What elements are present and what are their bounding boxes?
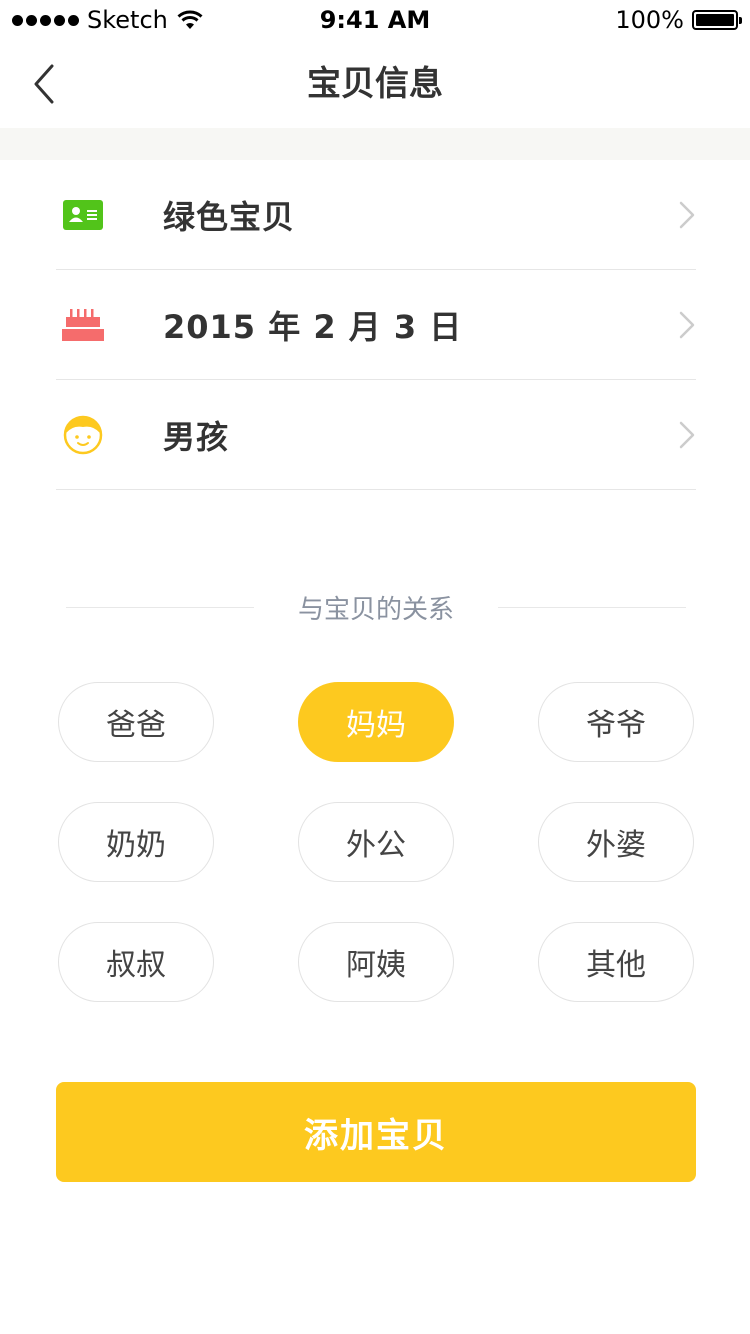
birthday-cake-icon (62, 304, 104, 346)
page-title: 宝贝信息 (307, 64, 443, 104)
status-bar: Sketch 9:41 AM 100% (0, 0, 750, 40)
battery-percent: 100% (615, 6, 684, 34)
relation-chip[interactable]: 爷爷 (538, 682, 694, 762)
chevron-right-icon (679, 421, 695, 449)
birthday-text: 2015 年 2 月 3 日 (163, 307, 463, 346)
add-baby-button[interactable]: 添加宝贝 (56, 1082, 696, 1182)
battery-fill (696, 14, 734, 26)
relation-chip-selected[interactable]: 妈妈 (298, 682, 454, 762)
baby-info-list: 绿色宝贝 2015 年 2 月 3 日 男孩 (56, 160, 696, 490)
relation-chip[interactable]: 外婆 (538, 802, 694, 882)
baby-name-row[interactable]: 绿色宝贝 (56, 160, 696, 270)
nav-bar: 宝贝信息 (0, 40, 750, 128)
relation-chip[interactable]: 外公 (298, 802, 454, 882)
relation-section-header: 与宝贝的关系 (66, 585, 687, 629)
baby-name-text: 绿色宝贝 (163, 197, 296, 236)
divider-line (66, 606, 254, 608)
status-right: 100% (615, 6, 742, 34)
relation-section-title: 与宝贝的关系 (298, 594, 455, 625)
chevron-right-icon (679, 201, 695, 229)
relation-chip[interactable]: 奶奶 (58, 802, 214, 882)
relation-chip[interactable]: 爸爸 (58, 682, 214, 762)
relation-chip[interactable]: 其他 (538, 922, 694, 1002)
relation-chip[interactable]: 阿姨 (298, 922, 454, 1002)
chevron-right-icon (679, 311, 695, 339)
chevron-left-icon (34, 64, 54, 104)
gender-row[interactable]: 男孩 (56, 380, 696, 490)
boy-face-icon (62, 414, 104, 456)
gender-text: 男孩 (163, 417, 230, 456)
battery-icon (692, 10, 742, 30)
divider-line (498, 606, 687, 608)
relation-options: 爸爸 妈妈 爷爷奶奶 外公 外婆叔叔 阿姨 其他 (58, 682, 694, 1002)
birthday-row[interactable]: 2015 年 2 月 3 日 (56, 270, 696, 380)
section-spacer (0, 128, 750, 160)
id-card-icon (62, 194, 104, 236)
relation-chip[interactable]: 叔叔 (58, 922, 214, 1002)
battery-cap (739, 17, 742, 24)
back-button[interactable] (20, 60, 68, 108)
